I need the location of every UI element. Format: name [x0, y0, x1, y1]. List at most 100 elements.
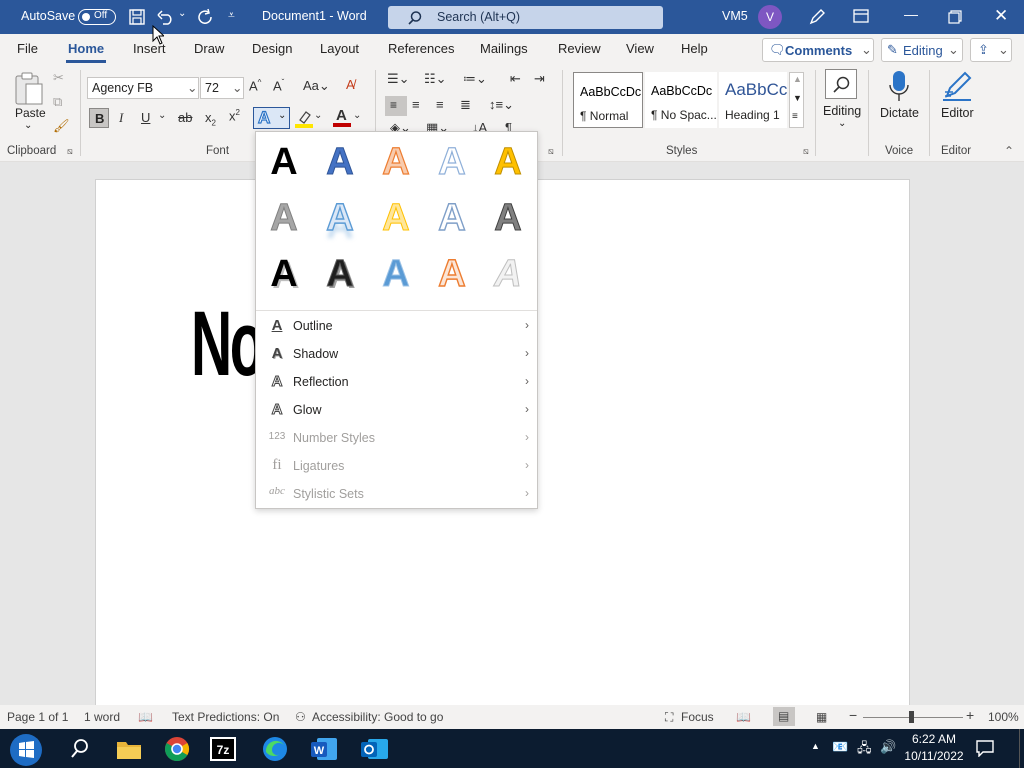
effect-gray-fill[interactable]: A — [264, 196, 304, 240]
menu-item-glow[interactable]: A Glow › — [256, 396, 537, 424]
justify-icon[interactable]: ≣ — [460, 97, 471, 113]
undo-icon[interactable] — [157, 9, 175, 25]
chrome-icon[interactable] — [160, 732, 194, 766]
menu-item-number-styles[interactable]: 123 Number Styles › — [256, 424, 537, 452]
search-box[interactable]: Search (Alt+Q) — [388, 6, 663, 29]
bold-button[interactable]: B — [89, 108, 109, 128]
search-icon[interactable] — [63, 732, 97, 766]
styles-more-icon[interactable]: ≡ — [792, 111, 798, 122]
word-count[interactable]: 1 word — [84, 710, 120, 724]
strikethrough-icon[interactable]: ab — [178, 110, 192, 125]
tab-layout[interactable]: Layout — [320, 41, 359, 56]
volume-icon[interactable]: 🔊 — [880, 739, 896, 755]
dialog-launcher-icon[interactable]: ⧅ — [803, 146, 809, 157]
scroll-down-icon[interactable]: ▼ — [793, 93, 802, 103]
editor-pen-icon[interactable] — [941, 70, 973, 104]
text-effects-button[interactable]: A ⌄ — [253, 107, 290, 129]
effect-blue-fill[interactable]: A — [320, 140, 360, 184]
page-count[interactable]: Page 1 of 1 — [7, 710, 68, 724]
font-color-icon[interactable]: A — [333, 107, 351, 127]
tab-home[interactable]: Home — [65, 41, 107, 63]
tab-review[interactable]: Review — [558, 41, 601, 56]
underline-icon[interactable]: U — [141, 110, 150, 125]
bullets-icon[interactable]: ☰⌄ — [387, 71, 410, 87]
effect-orange-bevel[interactable]: A — [432, 252, 472, 296]
effect-blue-gray-outline[interactable]: A — [432, 196, 472, 240]
outlook-icon[interactable] — [357, 732, 391, 766]
zoom-in-icon[interactable]: + — [966, 707, 974, 723]
style-heading-1[interactable]: AaBbCc Heading 1 — [719, 72, 787, 128]
grow-font-icon[interactable]: A^ — [249, 78, 261, 93]
menu-item-stylistic-sets[interactable]: abc Stylistic Sets › — [256, 480, 537, 508]
italic-icon[interactable]: I — [119, 110, 123, 126]
effect-black-shadow[interactable]: A — [264, 252, 304, 296]
increase-indent-icon[interactable]: ⇥ — [534, 71, 545, 87]
tab-view[interactable]: View — [626, 41, 654, 56]
notification-icon[interactable] — [976, 739, 994, 757]
numbering-icon[interactable]: ☷⌄ — [424, 71, 447, 87]
line-spacing-icon[interactable]: ↕≡⌄ — [489, 97, 514, 113]
editing-group-button[interactable]: Editing — [823, 104, 861, 118]
customize-qat-icon[interactable]: ⩡ — [228, 8, 235, 23]
styles-scroll[interactable]: ▲ ▼ ≡ — [789, 72, 804, 128]
share-button[interactable]: ⇪ ⌄ — [970, 38, 1012, 62]
taskbar-clock[interactable]: 6:22 AM 10/11/2022 — [898, 731, 970, 765]
font-name-combo[interactable]: Agency FB ⌄ — [87, 77, 199, 99]
print-layout-button[interactable]: ▤ — [773, 707, 795, 726]
editing-mode-button[interactable]: ✎ Editing ⌄ — [881, 38, 963, 62]
microphone-icon[interactable] — [888, 70, 910, 104]
align-center-icon[interactable]: ≡ — [412, 97, 420, 112]
paste-label[interactable]: Paste — [15, 106, 46, 120]
effect-blue-reflection[interactable]: A — [320, 196, 360, 240]
style-no-spacing[interactable]: AaBbCcDc ¶ No Spac... — [645, 72, 717, 128]
focus-button[interactable]: Focus — [681, 710, 714, 724]
format-painter-icon[interactable]: 🖌 — [53, 118, 70, 134]
align-left-button[interactable]: ≡ — [385, 96, 407, 116]
chevron-down-icon[interactable]: ⌄ — [838, 118, 846, 129]
effect-charcoal-bevel[interactable]: A — [320, 252, 360, 296]
edge-icon[interactable] — [258, 732, 292, 766]
autosave-toggle[interactable]: Off — [78, 9, 116, 25]
font-size-combo[interactable]: 72 ⌄ — [200, 77, 244, 99]
clear-formatting-icon[interactable]: A̸ — [346, 77, 355, 92]
dictate-label[interactable]: Dictate — [880, 106, 919, 120]
cut-icon[interactable]: ✂ — [53, 70, 64, 86]
superscript-icon[interactable]: x2 — [229, 108, 240, 123]
tab-mailings[interactable]: Mailings — [480, 41, 528, 56]
dialog-launcher-icon[interactable]: ⧅ — [548, 146, 554, 157]
highlighter-icon[interactable] — [295, 110, 313, 128]
change-case-icon[interactable]: Aa⌄ — [303, 78, 330, 94]
editor-label[interactable]: Editor — [941, 106, 974, 120]
show-desktop-button[interactable] — [1019, 729, 1024, 768]
menu-item-reflection[interactable]: A Reflection › — [256, 368, 537, 396]
copy-icon[interactable]: ⧉ — [53, 94, 62, 110]
tab-design[interactable]: Design — [252, 41, 292, 56]
multilevel-list-icon[interactable]: ≔⌄ — [463, 71, 487, 87]
network-icon[interactable]: 🖧 — [857, 739, 872, 761]
style-normal[interactable]: AaBbCcDc ¶ Normal — [573, 72, 643, 128]
collapse-ribbon-icon[interactable]: ⌃ — [1004, 144, 1014, 158]
text-predictions[interactable]: Text Predictions: On — [172, 710, 279, 724]
ribbon-display-icon[interactable] — [853, 9, 869, 23]
chevron-down-icon[interactable]: ⌄ — [353, 110, 361, 121]
effect-silver-fill[interactable]: A — [488, 252, 528, 296]
effect-yellow-fill[interactable]: A — [376, 196, 416, 240]
menu-item-shadow[interactable]: A Shadow › — [256, 340, 537, 368]
designer-pen-icon[interactable] — [808, 8, 826, 26]
undo-dropdown-icon[interactable]: ⌄ — [178, 8, 186, 19]
start-icon[interactable] — [8, 732, 42, 766]
effect-black-fill[interactable]: A — [264, 140, 304, 184]
decrease-indent-icon[interactable]: ⇤ — [510, 71, 521, 87]
dialog-launcher-icon[interactable]: ⧅ — [67, 146, 73, 157]
paste-icon[interactable] — [14, 72, 44, 106]
effect-light-blue-outline[interactable]: A — [432, 140, 472, 184]
minimize-icon[interactable]: — — [904, 6, 918, 22]
chevron-down-icon[interactable]: ⌄ — [24, 120, 32, 131]
zoom-level[interactable]: 100% — [988, 710, 1019, 724]
effect-dark-gray-fill[interactable]: A — [488, 196, 528, 240]
accessibility-status[interactable]: Accessibility: Good to go — [312, 710, 443, 724]
save-icon[interactable] — [129, 9, 145, 25]
show-hidden-icons[interactable]: ▲ — [811, 741, 820, 751]
find-button[interactable] — [825, 69, 857, 99]
tab-help[interactable]: Help — [681, 41, 708, 56]
